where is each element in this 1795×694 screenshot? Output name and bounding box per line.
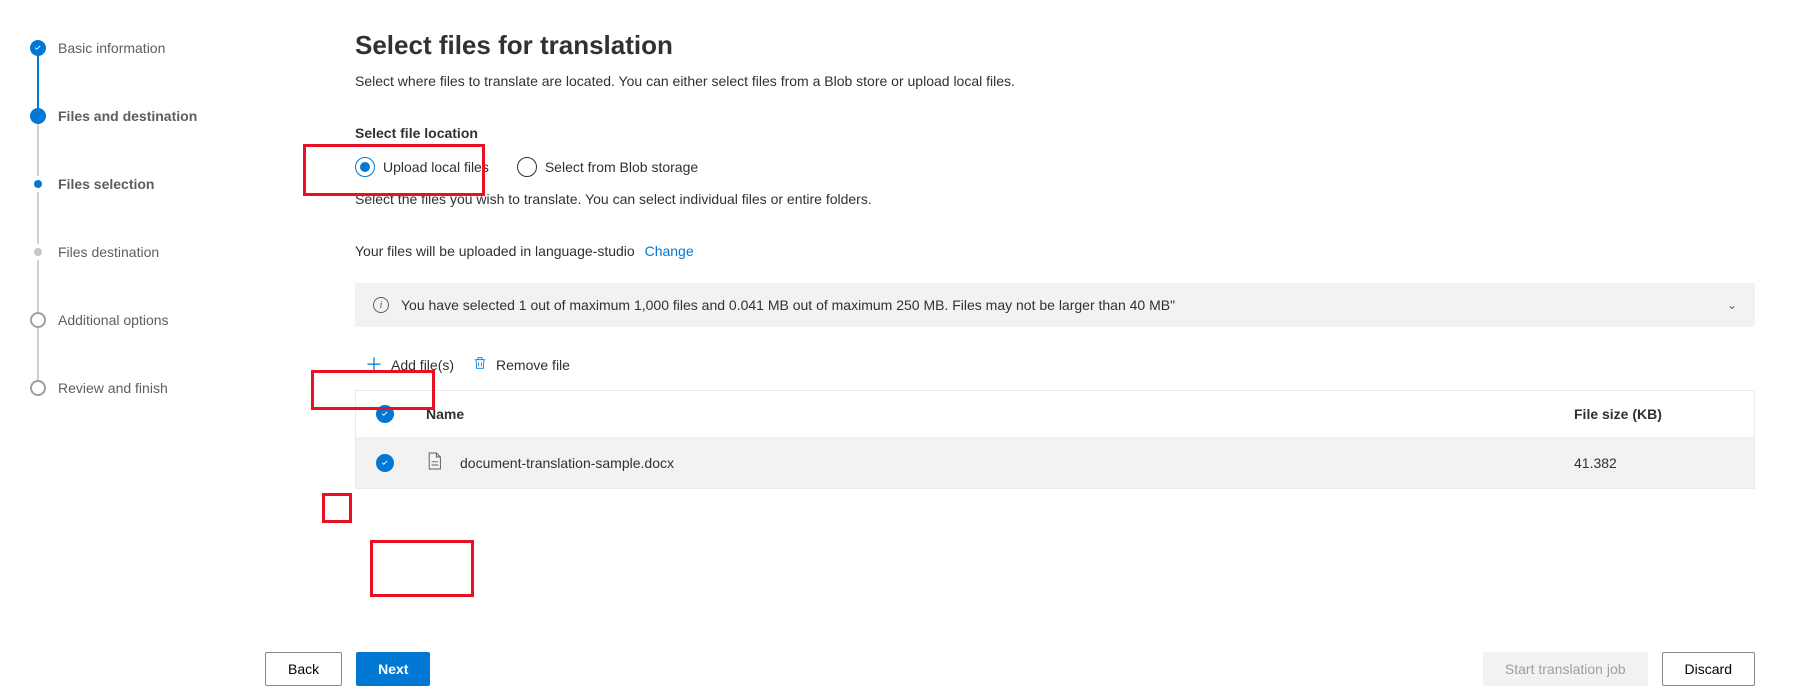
file-location-label: Select file location xyxy=(355,125,1755,141)
select-all-checkbox[interactable] xyxy=(376,405,426,423)
remove-file-button[interactable]: Remove file xyxy=(472,355,570,374)
dot-sub-active-icon xyxy=(34,180,42,188)
annotation-highlight xyxy=(322,493,352,523)
step-label: Files destination xyxy=(58,244,159,260)
back-button[interactable]: Back xyxy=(265,652,342,686)
step-connector xyxy=(37,192,39,244)
step-files-selection[interactable]: Files selection xyxy=(30,176,310,192)
remove-file-label: Remove file xyxy=(496,357,570,373)
step-files-and-destination[interactable]: Files and destination xyxy=(30,108,310,124)
main-panel: Select files for translation Select wher… xyxy=(310,0,1795,694)
column-header-size[interactable]: File size (KB) xyxy=(1574,406,1734,422)
radio-selected-icon xyxy=(355,157,375,177)
check-circle-icon xyxy=(376,405,394,423)
file-size: 41.382 xyxy=(1574,455,1734,471)
dot-sub-icon xyxy=(34,248,42,256)
step-basic-information[interactable]: Basic information xyxy=(30,40,310,56)
footer-actions: Back Next Start translation job Discard xyxy=(265,652,1755,686)
step-label: Additional options xyxy=(58,312,169,328)
info-banner[interactable]: i You have selected 1 out of maximum 1,0… xyxy=(355,283,1755,327)
annotation-highlight xyxy=(370,540,474,597)
helper-text: Select the files you wish to translate. … xyxy=(355,191,1755,207)
check-icon xyxy=(30,40,46,56)
next-button[interactable]: Next xyxy=(356,652,430,686)
plus-icon: ＋ xyxy=(365,356,383,374)
circle-open-icon xyxy=(30,380,46,396)
step-connector xyxy=(37,260,39,312)
step-label: Files selection xyxy=(58,176,154,192)
table-header: Name File size (KB) xyxy=(356,391,1754,437)
radio-upload-local[interactable]: Upload local files xyxy=(355,157,489,177)
step-connector xyxy=(37,328,39,380)
step-connector xyxy=(37,124,39,176)
document-icon xyxy=(426,451,442,474)
add-files-button[interactable]: ＋ Add file(s) xyxy=(365,355,454,374)
page-subtitle: Select where files to translate are loca… xyxy=(355,73,1755,89)
step-connector xyxy=(37,56,39,108)
circle-open-icon xyxy=(30,312,46,328)
row-checkbox[interactable] xyxy=(376,454,426,472)
change-link[interactable]: Change xyxy=(645,243,694,259)
discard-button[interactable]: Discard xyxy=(1662,652,1755,686)
step-files-destination[interactable]: Files destination xyxy=(30,244,310,260)
radio-label: Upload local files xyxy=(383,159,489,175)
column-header-name[interactable]: Name xyxy=(426,406,1574,422)
step-review-and-finish[interactable]: Review and finish xyxy=(30,380,310,396)
radio-label: Select from Blob storage xyxy=(545,159,698,175)
add-files-label: Add file(s) xyxy=(391,357,454,373)
radio-unselected-icon xyxy=(517,157,537,177)
step-label: Basic information xyxy=(58,40,165,56)
file-location-radio-group: Upload local files Select from Blob stor… xyxy=(355,157,1755,177)
file-actions: ＋ Add file(s) Remove file xyxy=(355,355,1755,374)
table-row[interactable]: document-translation-sample.docx 41.382 xyxy=(356,437,1754,488)
upload-prefix: Your files will be uploaded in language-… xyxy=(355,243,635,259)
page-title: Select files for translation xyxy=(355,30,1755,61)
trash-icon xyxy=(472,355,488,374)
file-name: document-translation-sample.docx xyxy=(460,455,674,471)
radio-blob-storage[interactable]: Select from Blob storage xyxy=(517,157,698,177)
chevron-down-icon: ⌄ xyxy=(1727,298,1737,312)
start-translation-button: Start translation job xyxy=(1483,652,1648,686)
step-label: Review and finish xyxy=(58,380,168,396)
file-table: Name File size (KB) document-translation… xyxy=(355,390,1755,489)
info-text: You have selected 1 out of maximum 1,000… xyxy=(401,297,1715,313)
step-additional-options[interactable]: Additional options xyxy=(30,312,310,328)
info-icon: i xyxy=(373,297,389,313)
step-label: Files and destination xyxy=(58,108,197,124)
wizard-stepper: Basic information Files and destination … xyxy=(0,0,310,694)
upload-destination-line: Your files will be uploaded in language-… xyxy=(355,243,1755,259)
dot-active-icon xyxy=(30,108,46,124)
check-circle-icon xyxy=(376,454,394,472)
